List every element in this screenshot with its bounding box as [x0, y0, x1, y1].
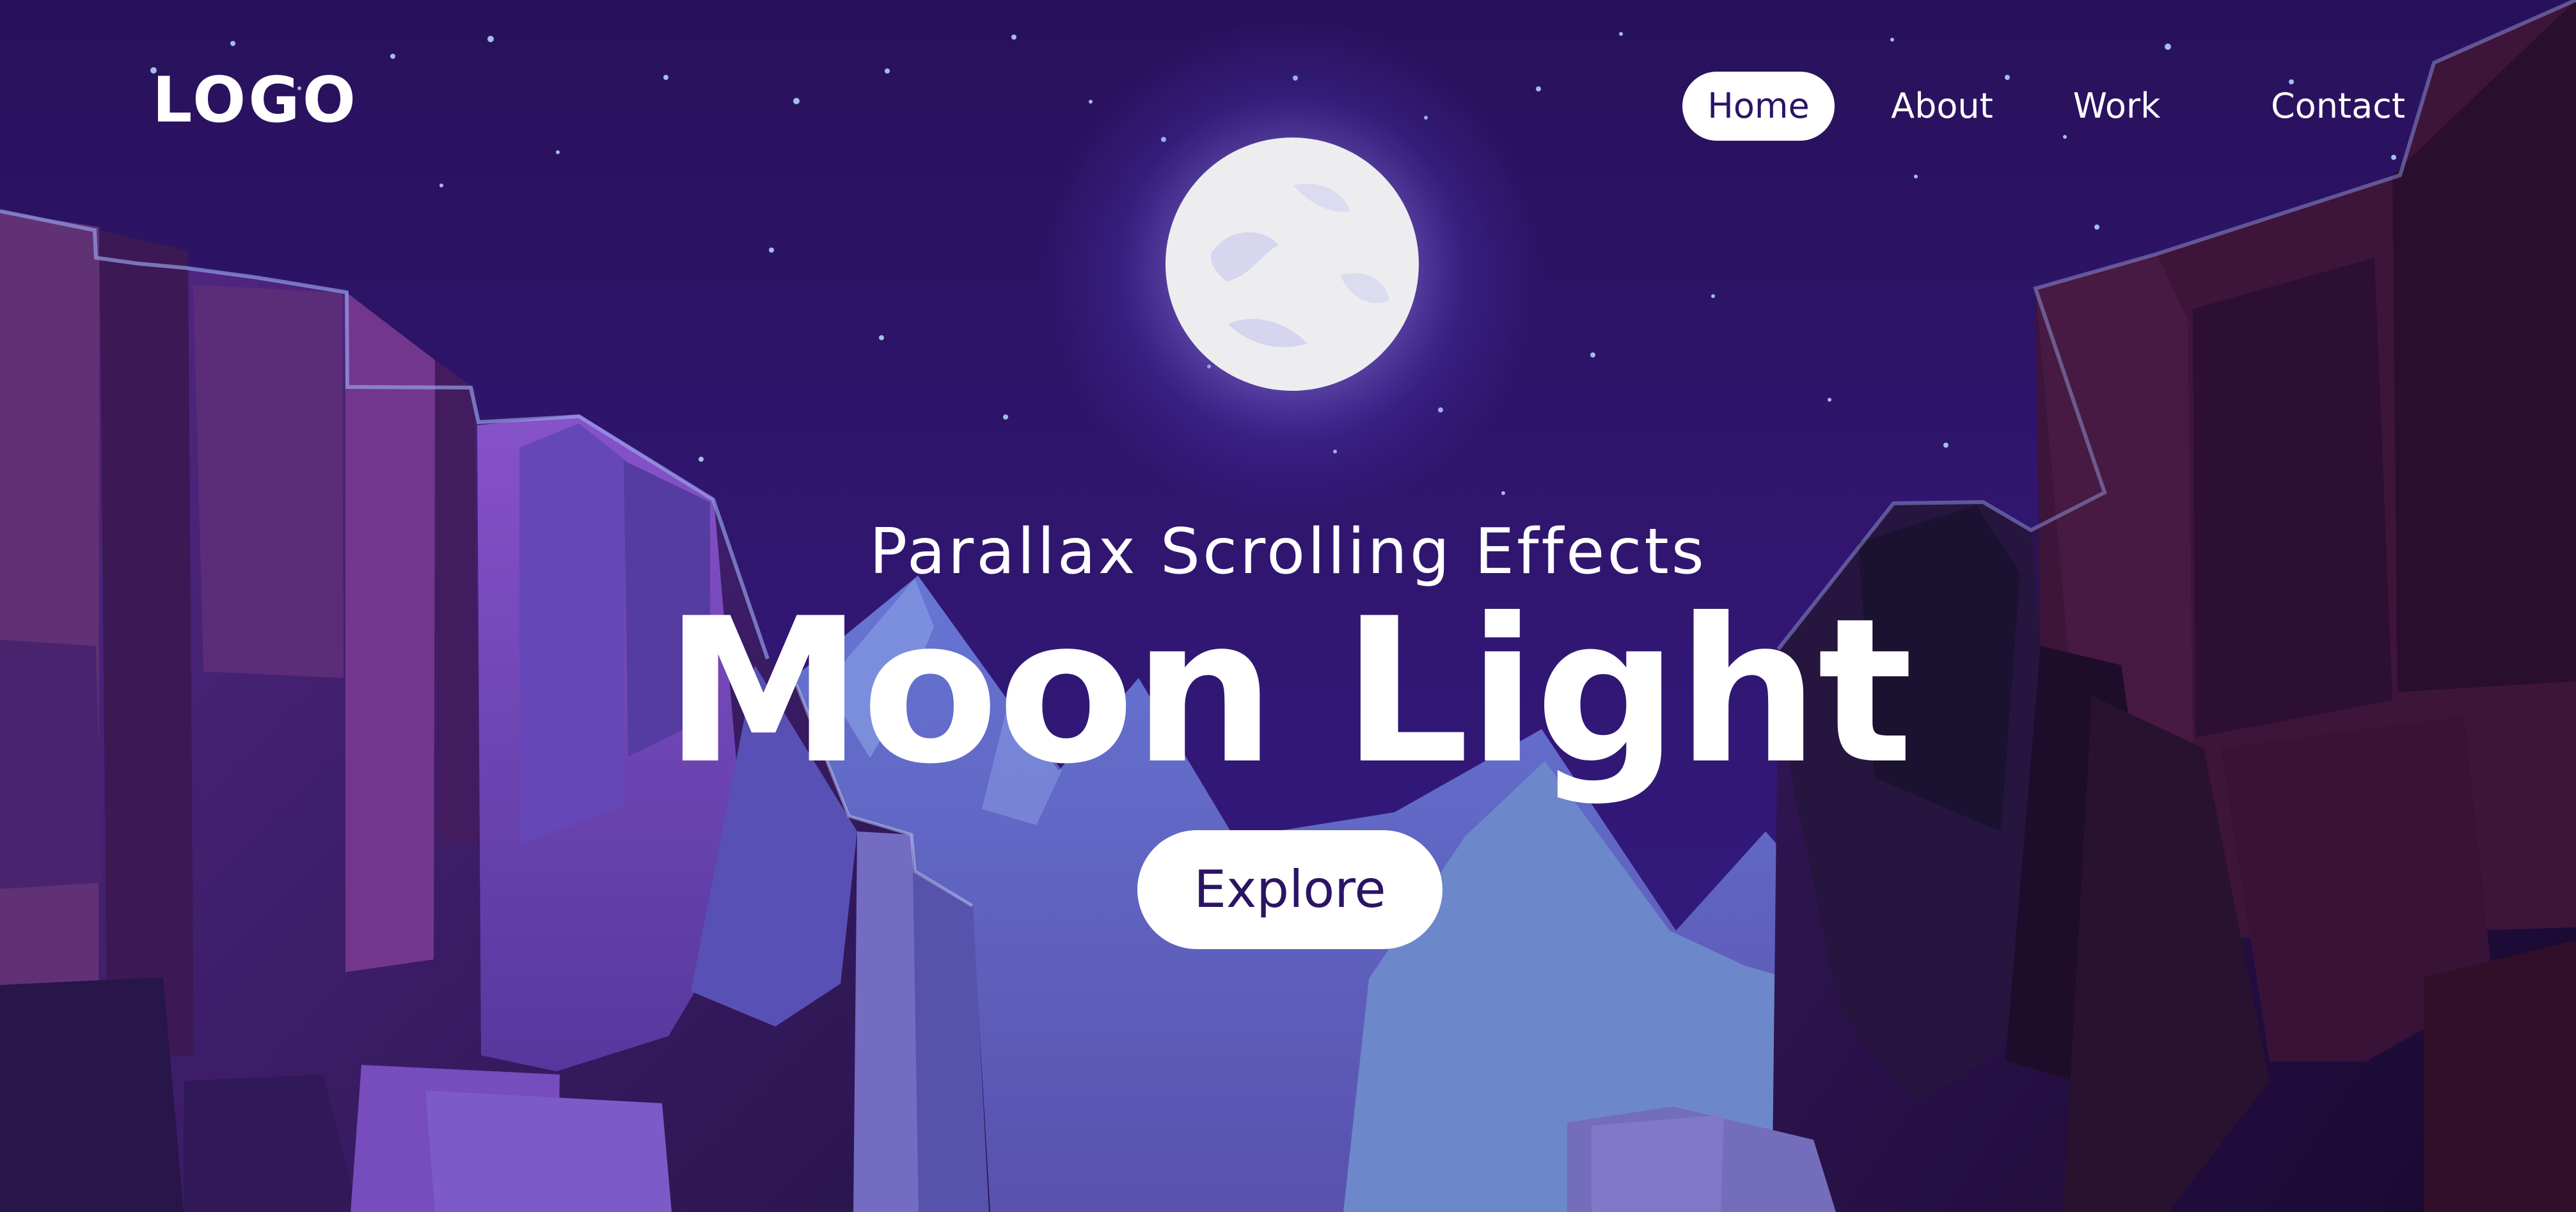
site-header: LOGO Home About Work Contact: [0, 0, 2576, 211]
explore-button[interactable]: Explore: [1137, 830, 1442, 949]
nav-item-work[interactable]: Work: [2073, 72, 2161, 141]
main-nav: Home About Work Contact: [1682, 72, 2424, 142]
nav-item-about[interactable]: About: [1891, 72, 1993, 141]
nav-item-contact[interactable]: Contact: [2264, 72, 2412, 141]
hero-title: Moon Light: [664, 575, 1913, 808]
logo[interactable]: LOGO: [152, 69, 358, 132]
nav-item-home[interactable]: Home: [1682, 72, 1835, 141]
